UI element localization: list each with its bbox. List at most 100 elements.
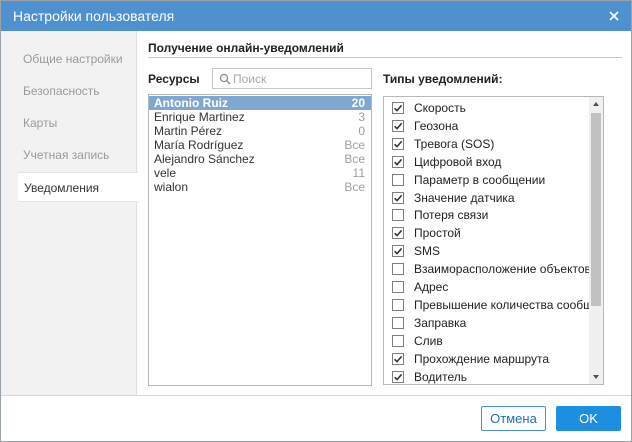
notification-type-item[interactable]: Превышение количества сообщений (384, 296, 589, 314)
resource-count: 20 (351, 96, 365, 110)
notifications-panel: Получение онлайн-уведомлений Ресурсы Ant… (138, 31, 631, 395)
notification-type-label: Тревога (SOS) (414, 136, 495, 151)
checkbox-unchecked[interactable] (392, 263, 404, 276)
notification-type-item[interactable]: Взаиморасположение объектов (384, 260, 589, 278)
notification-type-label: Простой (414, 226, 461, 241)
checkbox-checked[interactable] (392, 227, 404, 240)
close-icon[interactable] (608, 10, 620, 22)
notification-type-label: Адрес (414, 280, 449, 294)
resource-name: Antonio Ruiz (154, 96, 228, 110)
notification-type-label: Значение датчика (414, 190, 515, 205)
notification-type-label: Превышение количества сообщений (414, 297, 589, 312)
notification-type-item[interactable]: Слив (384, 332, 589, 350)
scrollbar-thumb[interactable] (591, 113, 601, 306)
sidebar-item-general[interactable]: Общие настройки (1, 44, 137, 74)
resource-name: Enrique Martinez (154, 110, 245, 124)
notification-type-item[interactable]: Значение датчика (384, 189, 589, 207)
notification-type-label: Водитель (414, 369, 468, 384)
resource-item[interactable]: Antonio Ruiz 20 (149, 96, 371, 110)
notification-types-label: Типы уведомлений: (383, 72, 503, 86)
checkbox-checked[interactable] (392, 155, 404, 168)
resource-name: vele (154, 166, 177, 180)
notification-type-item[interactable]: Прохождение маршрута (384, 350, 589, 368)
notification-type-item[interactable]: Скорость (384, 99, 589, 117)
checkmark-icon (394, 122, 403, 130)
resource-count: Все (344, 152, 365, 166)
cancel-button[interactable]: Отмена (481, 406, 546, 431)
notification-type-item[interactable]: SMS (384, 242, 589, 260)
checkbox-checked[interactable] (392, 370, 404, 383)
notification-type-label: Цифровой вход (414, 154, 502, 169)
checkmark-icon (394, 373, 403, 381)
sidebar-item-notifications[interactable]: Уведомления (18, 172, 138, 202)
checkbox-checked[interactable] (392, 245, 404, 258)
scroll-up-icon[interactable] (589, 97, 603, 111)
resource-item[interactable]: Enrique Martinez 3 (149, 110, 371, 124)
resource-name: wialon (154, 180, 189, 194)
notification-type-item[interactable]: Геозона (384, 117, 589, 135)
resource-item[interactable]: vele 11 (149, 166, 371, 180)
resource-name: Martin Pérez (154, 124, 223, 138)
section-divider (148, 57, 622, 58)
dialog-titlebar: Настройки пользователя (1, 1, 631, 31)
resource-count: Все (344, 180, 365, 194)
notification-type-item[interactable]: Заправка (384, 314, 589, 332)
sidebar-item-account[interactable]: Учетная запись (1, 140, 137, 170)
ok-button[interactable]: OK (556, 406, 621, 431)
resource-count: 3 (358, 110, 365, 124)
resource-name: María Rodríguez (154, 138, 244, 152)
notification-type-item[interactable]: Потеря связи (384, 206, 589, 224)
checkbox-unchecked[interactable] (392, 298, 404, 311)
notification-type-item[interactable]: Водитель (384, 368, 589, 385)
notification-type-label: Заправка (414, 315, 467, 330)
notification-type-label: SMS (414, 244, 441, 259)
notification-type-item[interactable]: Простой (384, 224, 589, 242)
checkbox-checked[interactable] (392, 119, 404, 132)
resource-item[interactable]: Alejandro Sánchez Все (149, 152, 371, 166)
checkbox-unchecked[interactable] (392, 173, 404, 186)
checkmark-icon (394, 104, 403, 112)
dialog-title: Настройки пользователя (13, 8, 175, 24)
notification-type-label: Прохождение маршрута (414, 351, 550, 366)
checkbox-unchecked[interactable] (392, 209, 404, 222)
settings-sidebar: Общие настройки Безопасность Карты Учетн… (1, 31, 138, 395)
notification-type-label: Скорость (414, 101, 466, 115)
section-title: Получение онлайн-уведомлений (148, 41, 344, 55)
checkmark-icon (394, 230, 403, 238)
notification-type-label: Параметр в сообщении (414, 172, 546, 187)
notification-type-item[interactable]: Тревога (SOS) (384, 135, 589, 153)
resource-item[interactable]: wialon Все (149, 180, 371, 194)
scroll-down-icon[interactable] (589, 370, 603, 384)
search-input[interactable] (233, 70, 369, 87)
sidebar-item-maps[interactable]: Карты (1, 108, 137, 138)
checkmark-icon (394, 355, 403, 363)
checkbox-checked[interactable] (392, 191, 404, 204)
resource-name: Alejandro Sánchez (154, 152, 255, 166)
resource-item[interactable]: Martin Pérez 0 (149, 124, 371, 138)
resources-label: Ресурсы (148, 72, 200, 86)
notification-type-label: Геозона (414, 118, 459, 133)
resource-search[interactable] (212, 68, 372, 89)
checkmark-icon (394, 140, 403, 148)
notification-type-label: Слив (414, 333, 443, 348)
notification-type-item[interactable]: Цифровой вход (384, 153, 589, 171)
resource-count: 11 (352, 166, 365, 180)
checkbox-unchecked[interactable] (392, 334, 404, 347)
search-icon (219, 73, 231, 85)
notification-type-list: Водитель Прохождение маршрута Слив Заправка… (383, 96, 604, 385)
checkbox-checked[interactable] (392, 102, 404, 114)
checkbox-unchecked[interactable] (392, 316, 404, 329)
sidebar-item-security[interactable]: Безопасность (1, 76, 137, 106)
checkmark-icon (394, 158, 403, 166)
resource-count: 0 (358, 124, 365, 138)
checkmark-icon (394, 248, 403, 255)
resource-list: Antonio Ruiz 20 Enrique Martinez 3 Marti… (148, 94, 372, 386)
checkbox-unchecked[interactable] (392, 281, 404, 293)
resource-item[interactable]: María Rodríguez Все (149, 138, 371, 152)
scrollbar[interactable] (589, 97, 603, 384)
notification-type-label: Взаиморасположение объектов (414, 262, 589, 277)
checkbox-checked[interactable] (392, 352, 404, 365)
notification-type-item[interactable]: Параметр в сообщении (384, 171, 589, 189)
notification-type-item[interactable]: Адрес (384, 278, 589, 296)
checkbox-checked[interactable] (392, 137, 404, 150)
